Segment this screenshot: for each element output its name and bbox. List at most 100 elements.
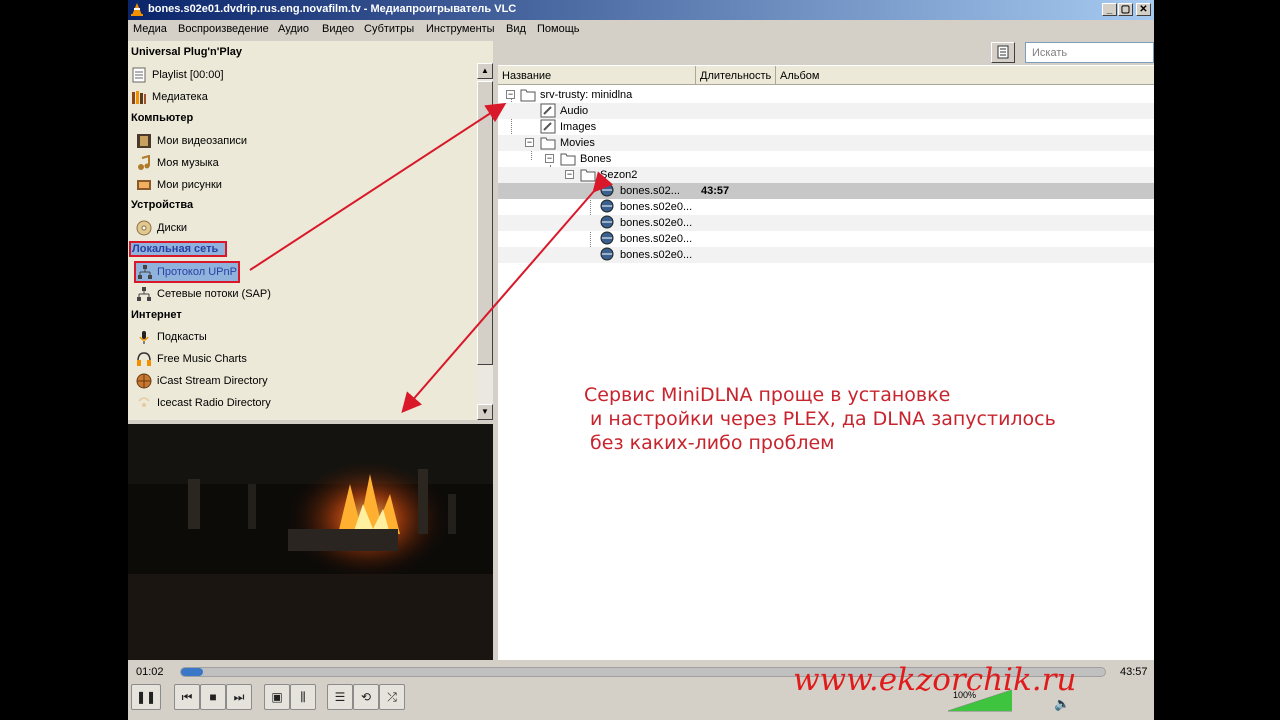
sidebar-item-upnp[interactable]: Протокол UPnP xyxy=(134,261,240,283)
menu-bar: Медиа Воспроизведение Аудио Видео Субтит… xyxy=(128,20,1154,39)
file-name: bones.s02e0... xyxy=(620,249,693,261)
speaker-icon[interactable]: 🔈 xyxy=(1054,696,1070,712)
tree-file-row[interactable]: bones.s02e0... xyxy=(498,247,1154,263)
sidebar-item-label: Мои рисунки xyxy=(157,179,222,191)
collapse-toggle[interactable]: − xyxy=(565,170,574,179)
video-frame-image xyxy=(128,424,493,660)
loop-icon: ⟲ xyxy=(360,690,372,704)
column-name[interactable]: Название xyxy=(498,66,696,85)
video-preview[interactable] xyxy=(128,424,493,660)
scroll-down-button[interactable]: ▼ xyxy=(477,404,493,420)
menu-video[interactable]: Видео xyxy=(322,23,354,35)
library-icon xyxy=(132,91,146,104)
picture-icon xyxy=(137,180,151,190)
folder-icon xyxy=(560,153,576,166)
menu-tools[interactable]: Инструменты xyxy=(426,23,495,35)
media-file-icon xyxy=(600,247,614,261)
extended-settings-button[interactable]: ⫼ xyxy=(290,684,316,710)
collapse-toggle[interactable]: − xyxy=(525,138,534,147)
sidebar-header: Universal Plug'n'Play xyxy=(131,46,242,58)
previous-icon: ⏮ xyxy=(181,690,193,704)
seek-progress xyxy=(181,668,203,676)
previous-button[interactable]: ⏮ xyxy=(174,684,200,710)
menu-media[interactable]: Медиа xyxy=(133,23,167,35)
playlist-toggle-button[interactable]: ☰ xyxy=(327,684,353,710)
search-input[interactable]: Искать xyxy=(1025,42,1154,63)
elapsed-time: 01:02 xyxy=(136,666,164,678)
restore-button[interactable]: ▢ xyxy=(1118,3,1133,16)
media-file-icon xyxy=(540,119,556,134)
tree-file-row[interactable]: bones.s02e0... xyxy=(498,199,1154,215)
tree-file-row[interactable]: bones.s02... 43:57 xyxy=(498,183,1154,199)
disc-icon xyxy=(136,220,152,236)
film-icon xyxy=(137,134,151,148)
tree-label: Images xyxy=(560,121,597,133)
tree-node-bones[interactable]: − Bones xyxy=(498,151,1154,167)
collapse-toggle[interactable]: − xyxy=(506,90,515,99)
playlist-icon: ☰ xyxy=(334,690,346,704)
view-mode-button[interactable] xyxy=(991,42,1015,63)
list-view-icon xyxy=(997,45,1009,59)
fullscreen-icon: ▣ xyxy=(271,690,283,704)
shuffle-icon: ⤮ xyxy=(387,690,397,704)
file-name: bones.s02e0... xyxy=(620,217,693,229)
tree-label: Audio xyxy=(560,105,589,117)
network-icon xyxy=(137,287,151,301)
next-button[interactable]: ⏭ xyxy=(226,684,252,710)
playlist-pane: Искать Название Длительность Альбом − sr… xyxy=(498,41,1154,660)
sidebar-item-label: Free Music Charts xyxy=(157,353,247,365)
media-file-icon xyxy=(600,215,614,229)
collapse-toggle[interactable]: − xyxy=(545,154,554,163)
tree-file-row[interactable]: bones.s02e0... xyxy=(498,215,1154,231)
fullscreen-button[interactable]: ▣ xyxy=(264,684,290,710)
media-file-icon xyxy=(600,231,614,245)
globe-icon xyxy=(136,373,152,389)
stop-icon: ■ xyxy=(209,690,217,704)
media-file-icon xyxy=(600,183,614,197)
pause-button[interactable]: ❚❚ xyxy=(131,684,161,710)
sidebar-item-label: Icecast Radio Directory xyxy=(157,397,271,409)
tree-node-images[interactable]: Images xyxy=(498,119,1154,135)
annotation-text: Сервис MiniDLNA проще в установке и наст… xyxy=(584,383,1056,455)
folder-icon xyxy=(540,137,556,150)
tree-node-audio[interactable]: Audio xyxy=(498,103,1154,119)
file-name: bones.s02e0... xyxy=(620,233,693,245)
menu-view[interactable]: Вид xyxy=(506,23,526,35)
tree-node-movies[interactable]: − Movies xyxy=(498,135,1154,151)
stop-button[interactable]: ■ xyxy=(200,684,226,710)
scroll-up-button[interactable]: ▲ xyxy=(477,63,493,79)
media-file-icon xyxy=(540,103,556,118)
sidebar-item-label: Диски xyxy=(157,222,188,234)
menu-subtitles[interactable]: Субтитры xyxy=(364,23,414,35)
title-bar: bones.s02e01.dvdrip.rus.eng.novafilm.tv … xyxy=(128,0,1154,20)
shuffle-button[interactable]: ⤮ xyxy=(379,684,405,710)
menu-playback[interactable]: Воспроизведение xyxy=(178,23,269,35)
section-computer: Компьютер xyxy=(131,112,194,124)
scroll-thumb[interactable] xyxy=(477,81,493,365)
site-watermark: www.ekzorchik.ru xyxy=(793,662,1077,698)
window-title: bones.s02e01.dvdrip.rus.eng.novafilm.tv … xyxy=(148,3,517,15)
column-album[interactable]: Альбом xyxy=(776,66,1154,85)
tree-file-row[interactable]: bones.s02e0... xyxy=(498,231,1154,247)
vlc-window: bones.s02e01.dvdrip.rus.eng.novafilm.tv … xyxy=(128,0,1154,720)
sidebar-item-label: Мои видеозаписи xyxy=(157,135,248,147)
close-button[interactable]: ✕ xyxy=(1136,3,1151,16)
sidebar-scrollbar[interactable]: ▲ ▼ xyxy=(477,63,493,420)
podcast-icon xyxy=(139,331,149,344)
network-icon xyxy=(138,265,152,279)
file-duration: 43:57 xyxy=(701,185,730,197)
column-duration[interactable]: Длительность xyxy=(696,66,776,85)
file-name: bones.s02... xyxy=(620,185,680,197)
loop-button[interactable]: ⟲ xyxy=(353,684,379,710)
tree-node-sezon2[interactable]: − Sezon2 xyxy=(498,167,1154,183)
menu-help[interactable]: Помощь xyxy=(537,23,580,35)
tree-label: Bones xyxy=(580,153,612,165)
playlist-icon xyxy=(132,67,146,83)
menu-audio[interactable]: Аудио xyxy=(278,23,309,35)
minimize-button[interactable]: _ xyxy=(1102,3,1117,16)
sidebar: Universal Plug'n'Play Playlist [00:00] М… xyxy=(128,41,493,420)
total-time: 43:57 xyxy=(1120,666,1148,678)
annotation-line: и настройки через PLEX, да DLNA запустил… xyxy=(584,408,1056,430)
tree-label: Movies xyxy=(560,137,595,149)
tree-root[interactable]: − srv-trusty: minidlna xyxy=(498,87,1154,103)
